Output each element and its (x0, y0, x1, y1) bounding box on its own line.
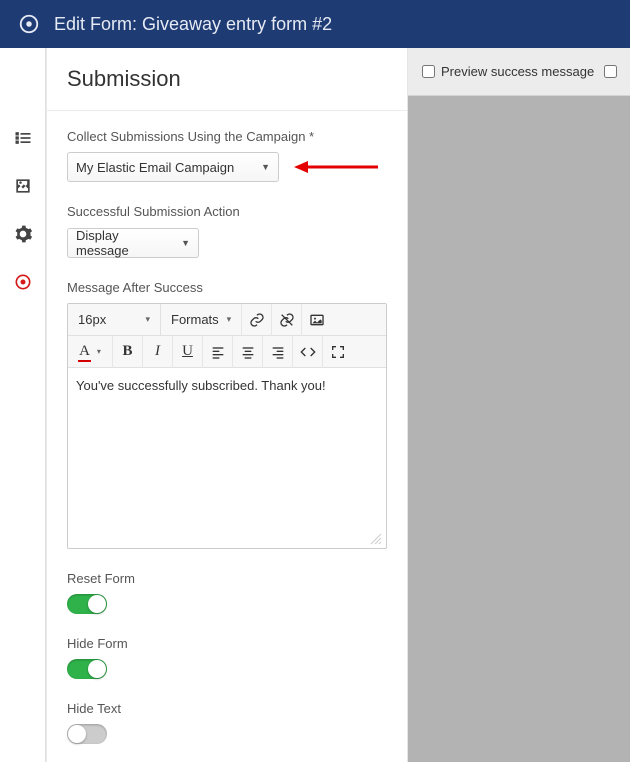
panel-title: Submission (47, 48, 407, 111)
align-center-button[interactable] (232, 336, 262, 368)
settings-panel: Submission Collect Submissions Using the… (46, 48, 408, 762)
nav-settings-icon[interactable] (13, 224, 33, 244)
insert-image-button[interactable] (301, 304, 331, 336)
topbar: Edit Form: Giveaway entry form #2 (0, 0, 630, 48)
code-view-button[interactable] (292, 336, 322, 368)
preview-pane: Preview success message (408, 48, 630, 762)
action-select[interactable]: Display message ▼ (67, 228, 199, 258)
text-color-button[interactable]: A ▾ (68, 336, 112, 368)
nav-submission-icon[interactable] (13, 272, 33, 292)
preview-secondary-checkbox-label[interactable] (604, 65, 617, 78)
campaign-select[interactable]: My Elastic Email Campaign ▼ (67, 152, 279, 182)
campaign-select-value: My Elastic Email Campaign (76, 160, 234, 175)
pointer-arrow-icon (294, 160, 378, 174)
hide-form-label: Hide Form (67, 636, 387, 651)
editor-content[interactable]: You've successfully subscribed. Thank yo… (68, 368, 386, 528)
nav-image-icon[interactable] (13, 176, 33, 196)
resize-grip-icon[interactable] (368, 531, 382, 545)
left-nav (0, 48, 46, 762)
formats-label: Formats (171, 312, 219, 327)
campaign-label: Collect Submissions Using the Campaign * (67, 129, 387, 144)
italic-button[interactable]: I (142, 336, 172, 368)
chevron-down-icon: ▼ (261, 162, 270, 172)
formats-select[interactable]: Formats ▾ (161, 304, 241, 336)
chevron-down-icon: ▼ (181, 238, 190, 248)
unlink-button[interactable] (271, 304, 301, 336)
preview-success-text: Preview success message (441, 64, 594, 79)
reset-form-toggle[interactable] (67, 594, 107, 614)
chevron-down-icon: ▾ (145, 314, 150, 325)
link-button[interactable] (241, 304, 271, 336)
rich-text-editor: 16px ▾ Formats ▾ (67, 303, 387, 549)
action-label: Successful Submission Action (67, 204, 387, 219)
font-size-value: 16px (78, 312, 106, 327)
preview-secondary-checkbox[interactable] (604, 65, 617, 78)
underline-button[interactable]: U (172, 336, 202, 368)
chevron-down-icon: ▾ (227, 314, 232, 325)
target-icon (18, 13, 40, 35)
hide-text-toggle[interactable] (67, 724, 107, 744)
editor-footer (68, 528, 386, 548)
align-left-button[interactable] (202, 336, 232, 368)
preview-toolbar: Preview success message (408, 48, 630, 96)
font-size-select[interactable]: 16px ▾ (68, 304, 160, 336)
nav-fields-icon[interactable] (13, 128, 33, 148)
page-title: Edit Form: Giveaway entry form #2 (54, 14, 332, 35)
editor-toolbar-row-2: A ▾ B I U (68, 336, 386, 368)
preview-success-checkbox[interactable] (422, 65, 435, 78)
message-label: Message After Success (67, 280, 387, 295)
fullscreen-button[interactable] (322, 336, 352, 368)
hide-form-toggle[interactable] (67, 659, 107, 679)
hide-text-label: Hide Text (67, 701, 387, 716)
editor-toolbar-row-1: 16px ▾ Formats ▾ (68, 304, 386, 336)
preview-success-checkbox-label[interactable]: Preview success message (422, 64, 594, 79)
align-right-button[interactable] (262, 336, 292, 368)
reset-form-label: Reset Form (67, 571, 387, 586)
chevron-down-icon: ▾ (97, 347, 101, 356)
action-select-value: Display message (76, 228, 171, 258)
bold-button[interactable]: B (112, 336, 142, 368)
